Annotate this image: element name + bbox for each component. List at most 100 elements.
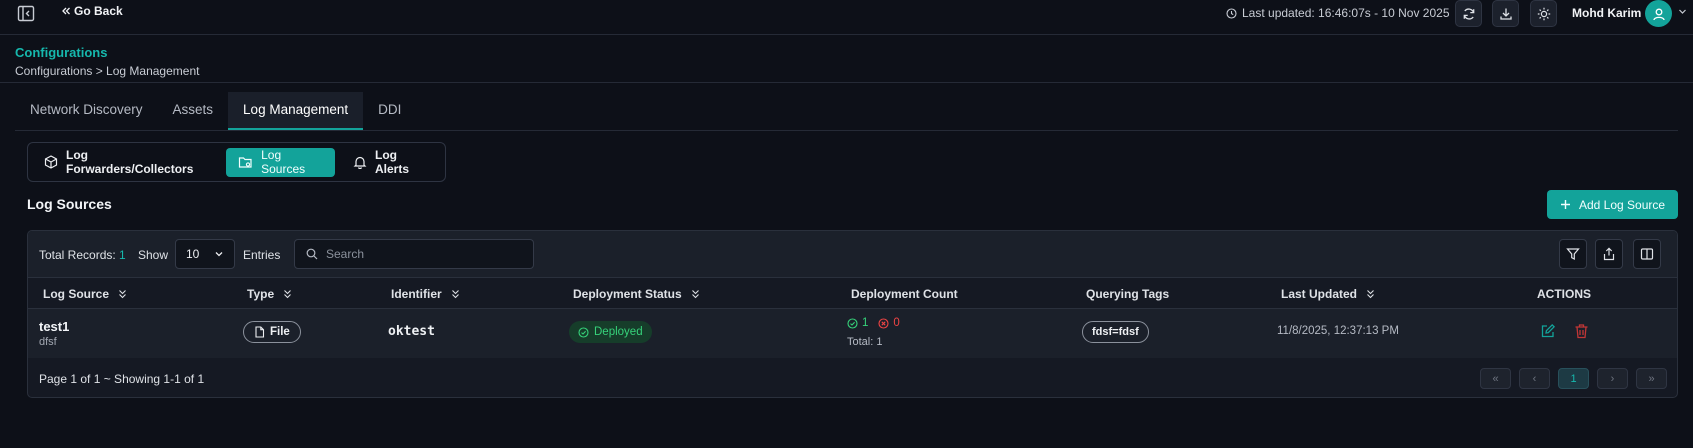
column-label: Identifier <box>391 287 442 301</box>
bell-icon <box>353 155 367 169</box>
type-label: File <box>270 326 290 338</box>
type-badge: File <box>243 321 301 343</box>
first-page-button[interactable]: « <box>1480 368 1511 389</box>
sort-icon <box>691 289 700 299</box>
deployment-total: Total: 1 <box>847 336 883 348</box>
search-box[interactable] <box>294 239 534 269</box>
sort-icon <box>451 289 460 299</box>
avatar[interactable] <box>1645 0 1672 27</box>
sidebar-toggle-icon[interactable] <box>17 4 36 23</box>
export-button[interactable] <box>1595 239 1623 269</box>
go-back-label: Go Back <box>74 4 123 18</box>
subtab-log-forwarders[interactable]: Log Forwarders/Collectors <box>32 148 220 177</box>
filter-icon <box>1566 247 1580 261</box>
file-icon <box>254 326 265 338</box>
log-source-description: dfsf <box>39 336 57 348</box>
table-row[interactable]: test1 dfsf File oktest Deployed 1 0 Tota… <box>28 309 1677 358</box>
subtab-label: Log Sources <box>261 148 306 176</box>
columns-button[interactable] <box>1633 239 1661 269</box>
total-records: Total Records: 1 <box>39 248 126 262</box>
sub-tabs: Log Forwarders/Collectors Log Sources Lo… <box>27 142 446 182</box>
refresh-button[interactable] <box>1455 0 1482 27</box>
pagination-info: Page 1 of 1 ~ Showing 1-1 of 1 <box>39 372 205 386</box>
theme-toggle-button[interactable] <box>1530 0 1557 27</box>
column-header-deployment-count: Deployment Count <box>851 287 958 301</box>
page-size-value: 10 <box>186 247 200 261</box>
folder-icon <box>238 155 253 169</box>
subtab-label: Log Alerts <box>375 148 410 176</box>
tab-ddi[interactable]: DDI <box>363 92 416 130</box>
last-updated: Last updated: 16:46:07s - 10 Nov 2025 <box>1226 6 1450 20</box>
identifier-value: oktest <box>388 324 435 339</box>
last-updated-text: Last updated: 16:46:07s - 10 Nov 2025 <box>1242 6 1450 20</box>
column-header-deployment-status[interactable]: Deployment Status <box>573 287 700 301</box>
sun-icon <box>1537 7 1551 21</box>
search-input[interactable] <box>326 247 516 261</box>
column-header-type[interactable]: Type <box>247 287 292 301</box>
column-label: Last Updated <box>1281 287 1358 301</box>
sort-icon <box>283 289 292 299</box>
column-header-log-source[interactable]: Log Source <box>43 287 127 301</box>
subtab-log-alerts[interactable]: Log Alerts <box>341 148 441 177</box>
chevron-down-icon <box>214 249 224 259</box>
show-label: Show <box>138 248 169 262</box>
subtab-label: Log Forwarders/Collectors <box>66 148 194 176</box>
total-records-label: Total Records: <box>39 248 116 262</box>
package-icon <box>44 155 58 169</box>
failed-count: 0 <box>893 317 900 329</box>
x-circle-icon <box>878 317 889 329</box>
tab-assets[interactable]: Assets <box>158 92 229 130</box>
column-header-querying-tags: Querying Tags <box>1086 287 1169 301</box>
log-sources-table-card: Total Records: 1 Show 10 Entries Log Sou… <box>27 230 1678 398</box>
column-header-identifier[interactable]: Identifier <box>391 287 460 301</box>
last-updated-value: 11/8/2025, 12:37:13 PM <box>1277 325 1399 337</box>
add-button-label: Add Log Source <box>1578 197 1666 212</box>
success-count: 1 <box>862 317 869 329</box>
search-icon <box>306 248 318 260</box>
page-number-button[interactable]: 1 <box>1558 368 1589 389</box>
go-back-link[interactable]: Go Back <box>61 4 123 18</box>
status-label: Deployed <box>594 326 643 338</box>
page-title: Configurations <box>15 45 108 60</box>
refresh-icon <box>1462 7 1476 21</box>
table-footer: Page 1 of 1 ~ Showing 1-1 of 1 « ‹ 1 › » <box>28 358 1677 397</box>
top-bar: Go Back Last updated: 16:46:07s - 10 Nov… <box>0 0 1693 35</box>
clock-icon <box>1226 7 1237 19</box>
tab-network-discovery[interactable]: Network Discovery <box>15 92 158 130</box>
column-header-last-updated[interactable]: Last Updated <box>1281 287 1375 301</box>
page-size-select[interactable]: 10 <box>175 239 235 269</box>
download-button[interactable] <box>1492 0 1519 27</box>
user-name[interactable]: Mohd Karim <box>1572 6 1641 20</box>
trash-icon[interactable] <box>1574 323 1589 339</box>
plus-icon <box>1560 199 1571 210</box>
add-log-source-button[interactable]: Add Log Source <box>1547 190 1678 219</box>
previous-page-button[interactable]: ‹ <box>1519 368 1550 389</box>
chevron-down-icon[interactable] <box>1678 7 1687 16</box>
column-label: Type <box>247 287 275 301</box>
user-icon <box>1652 7 1666 21</box>
column-label: ACTIONS <box>1537 287 1591 301</box>
column-label: Deployment Count <box>851 287 958 301</box>
download-icon <box>1499 7 1513 21</box>
divider <box>0 82 1693 83</box>
next-page-button[interactable]: › <box>1597 368 1628 389</box>
tab-log-management[interactable]: Log Management <box>228 92 364 130</box>
edit-icon[interactable] <box>1540 323 1556 339</box>
sort-icon <box>118 289 127 299</box>
column-label: Deployment Status <box>573 287 682 301</box>
filter-button[interactable] <box>1559 239 1587 269</box>
column-label: Log Source <box>43 287 110 301</box>
sort-icon <box>1366 289 1375 299</box>
main-tabs: Network Discovery Assets Log Management … <box>15 92 416 130</box>
double-chevron-left-icon <box>61 6 71 16</box>
tabs-divider <box>15 130 1678 131</box>
subtab-log-sources[interactable]: Log Sources <box>226 147 335 177</box>
table-header: Log Source Type Identifier Deployment St… <box>28 278 1677 309</box>
entries-label: Entries <box>243 248 281 262</box>
log-source-name: test1 <box>39 319 70 334</box>
total-records-value: 1 <box>119 248 126 262</box>
share-icon <box>1602 247 1616 261</box>
breadcrumb: Configurations > Log Management <box>15 64 200 78</box>
check-circle-icon <box>578 326 589 338</box>
last-page-button[interactable]: » <box>1636 368 1667 389</box>
